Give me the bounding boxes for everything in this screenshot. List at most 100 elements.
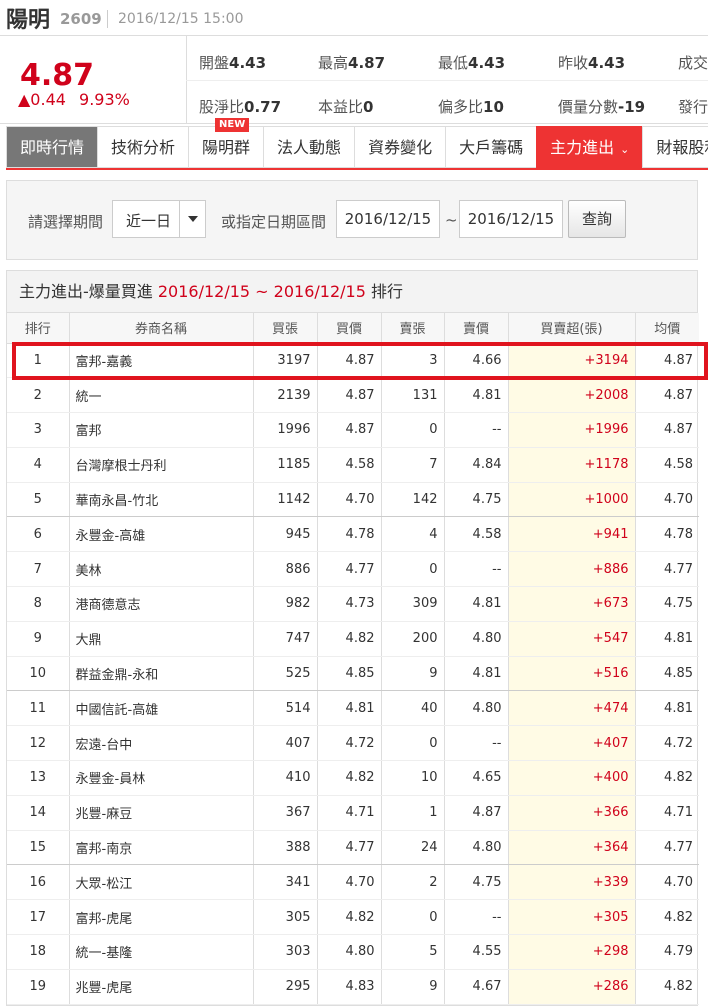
table-cell-broker[interactable]: 中國信託-高雄 xyxy=(69,690,254,727)
tab-major-holders[interactable]: 大戶籌碼 xyxy=(445,126,537,168)
table-cell-sell: 3 xyxy=(381,343,445,379)
table-cell-sprice: 4.67 xyxy=(444,969,509,1005)
table-row[interactable]: 12 宏遠-台中 407 4.72 0 -- +407 4.72 xyxy=(7,725,699,762)
table-cell-bprice: 4.82 xyxy=(317,621,382,657)
table-cell-sprice: 4.75 xyxy=(444,482,509,518)
tab-realtime[interactable]: 即時行情 xyxy=(6,126,98,168)
table-cell-sell: 1 xyxy=(381,795,445,831)
tab-financials[interactable]: 財報股利 xyxy=(642,126,708,168)
table-row[interactable]: 15 富邦-南京 388 4.77 24 4.80 +364 4.77 xyxy=(7,830,699,866)
table-cell-rank: 18 xyxy=(7,934,70,970)
table-cell-avg: 4.81 xyxy=(635,621,699,657)
table-row[interactable]: 16 大眾-松江 341 4.70 2 4.75 +339 4.70 xyxy=(7,864,699,901)
stat-value: 10 xyxy=(483,98,504,116)
tab-technical[interactable]: 技術分析 xyxy=(97,126,189,168)
query-button[interactable]: 查詢 xyxy=(568,200,626,238)
period-label: 請選擇期間 xyxy=(28,213,104,231)
stat-label: 最低 xyxy=(438,54,469,72)
table-cell-bprice: 4.85 xyxy=(317,656,382,692)
table-row[interactable]: 14 兆豐-麻豆 367 4.71 1 4.87 +366 4.71 xyxy=(7,795,699,831)
table-row[interactable]: 4 台灣摩根士丹利 1185 4.58 7 4.84 +1178 4.58 xyxy=(7,447,699,483)
table-cell-buy: 514 xyxy=(253,690,318,727)
period-select[interactable]: 近一日 xyxy=(112,200,206,238)
column-header[interactable]: 排行 xyxy=(7,313,70,344)
table-row[interactable]: 7 美林 886 4.77 0 -- +886 4.77 xyxy=(7,551,699,588)
tab-institutional[interactable]: 法人動態 xyxy=(263,126,355,168)
table-cell-sprice: 4.80 xyxy=(444,690,509,727)
table-row[interactable]: 3 富邦 1996 4.87 0 -- +1996 4.87 xyxy=(7,412,699,448)
stat-high: 最高4.87 xyxy=(318,52,385,73)
table-row[interactable]: 11 中國信託-高雄 514 4.81 40 4.80 +474 4.81 xyxy=(7,690,699,727)
tab-main-force[interactable]: 主力進出 ⌄ xyxy=(536,126,643,168)
table-cell-avg: 4.71 xyxy=(635,795,699,831)
table-cell-buy: 1185 xyxy=(253,447,318,483)
table-cell-broker[interactable]: 兆豐-虎尾 xyxy=(69,969,254,1005)
table-cell-sprice: 4.81 xyxy=(444,656,509,692)
divider xyxy=(186,80,708,81)
tab-label: 大戶籌碼 xyxy=(459,138,524,157)
table-cell-broker[interactable]: 大鼎 xyxy=(69,621,254,657)
start-date-input[interactable]: 2016/12/15 xyxy=(336,200,440,238)
table-cell-sprice: 4.66 xyxy=(444,343,509,379)
table-cell-broker[interactable]: 富邦-嘉義 xyxy=(69,343,254,379)
stat-label: 最高 xyxy=(318,54,349,72)
table-row[interactable]: 5 華南永昌-竹北 1142 4.70 142 4.75 +1000 4.70 xyxy=(7,482,699,518)
column-header[interactable]: 賣張 xyxy=(381,313,445,344)
column-header[interactable]: 買價 xyxy=(317,313,382,344)
table-cell-broker[interactable]: 永豐金-員林 xyxy=(69,760,254,796)
table-cell-buy: 388 xyxy=(253,830,318,866)
table-cell-net: +1996 xyxy=(508,412,636,448)
column-header[interactable]: 券商名稱 xyxy=(69,313,254,344)
table-cell-broker[interactable]: 美林 xyxy=(69,551,254,588)
table-cell-broker[interactable]: 港商德意志 xyxy=(69,586,254,622)
table-cell-sprice: 4.87 xyxy=(444,795,509,831)
column-header[interactable]: 買賣超(張) xyxy=(508,313,636,344)
table-cell-buy: 3197 xyxy=(253,343,318,379)
table-row[interactable]: 18 統一-基隆 303 4.80 5 4.55 +298 4.79 xyxy=(7,934,699,970)
stat-value: 4.43 xyxy=(468,54,506,72)
table-cell-rank: 17 xyxy=(7,899,70,936)
table-row[interactable]: 8 港商德意志 982 4.73 309 4.81 +673 4.75 xyxy=(7,586,699,622)
table-cell-rank: 7 xyxy=(7,551,70,588)
tab-group[interactable]: NEW 陽明群 xyxy=(188,118,264,168)
table-cell-sell: 131 xyxy=(381,377,445,414)
range-separator: ~ xyxy=(445,211,458,229)
table-row[interactable]: 6 永豐金-高雄 945 4.78 4 4.58 +941 4.78 xyxy=(7,516,699,553)
column-header[interactable]: 賣價 xyxy=(444,313,509,344)
table-cell-broker[interactable]: 富邦-虎尾 xyxy=(69,899,254,936)
table-cell-sprice: -- xyxy=(444,551,509,588)
table-cell-broker[interactable]: 富邦 xyxy=(69,412,254,448)
table-cell-broker[interactable]: 宏遠-台中 xyxy=(69,725,254,762)
table-row[interactable]: 2 統一 2139 4.87 131 4.81 +2008 4.87 xyxy=(7,377,699,414)
table-cell-rank: 16 xyxy=(7,864,70,901)
tab-margin[interactable]: 資券變化 xyxy=(354,126,446,168)
table-cell-broker[interactable]: 兆豐-麻豆 xyxy=(69,795,254,831)
table-cell-broker[interactable]: 富邦-南京 xyxy=(69,830,254,866)
tab-label: 主力進出 xyxy=(550,138,615,157)
column-header[interactable]: 買張 xyxy=(253,313,318,344)
ranking-table: 排行 券商名稱 買張 買價 賣張 賣價 買賣超(張) 均價 1 富邦-嘉義 3197… xyxy=(7,313,699,1005)
table-cell-broker[interactable]: 永豐金-高雄 xyxy=(69,516,254,553)
table-row[interactable]: 13 永豐金-員林 410 4.82 10 4.65 +400 4.82 xyxy=(7,760,699,796)
table-row[interactable]: 9 大鼎 747 4.82 200 4.80 +547 4.81 xyxy=(7,621,699,657)
table-row[interactable]: 17 富邦-虎尾 305 4.82 0 -- +305 4.82 xyxy=(7,899,699,936)
table-cell-broker[interactable]: 群益金鼎-永和 xyxy=(69,656,254,692)
table-row[interactable]: 10 群益金鼎-永和 525 4.85 9 4.81 +516 4.85 xyxy=(7,656,699,692)
table-cell-broker[interactable]: 華南永昌-竹北 xyxy=(69,482,254,518)
table-cell-bprice: 4.81 xyxy=(317,690,382,727)
table-cell-broker[interactable]: 大眾-松江 xyxy=(69,864,254,901)
table-cell-broker[interactable]: 統一-基隆 xyxy=(69,934,254,970)
table-cell-broker[interactable]: 統一 xyxy=(69,377,254,414)
stat-value: 0.77 xyxy=(244,98,282,116)
quote-datetime: 2016/12/15 15:00 xyxy=(118,11,244,27)
stat-pb: 股淨比0.77 xyxy=(199,96,281,117)
end-date-input[interactable]: 2016/12/15 xyxy=(459,200,563,238)
column-header[interactable]: 均價 xyxy=(635,313,699,344)
table-row[interactable]: 1 富邦-嘉義 3197 4.87 3 4.66 +3194 4.87 xyxy=(7,343,699,379)
table-cell-buy: 2139 xyxy=(253,377,318,414)
table-cell-avg: 4.81 xyxy=(635,690,699,727)
table-cell-broker[interactable]: 台灣摩根士丹利 xyxy=(69,447,254,483)
ranking-table-panel: 主力進出-爆量買進 2016/12/15 ~ 2016/12/15 排行 排行 … xyxy=(6,270,699,1006)
table-row[interactable]: 19 兆豐-虎尾 295 4.83 9 4.67 +286 4.82 xyxy=(7,969,699,1005)
table-cell-net: +1000 xyxy=(508,482,636,518)
